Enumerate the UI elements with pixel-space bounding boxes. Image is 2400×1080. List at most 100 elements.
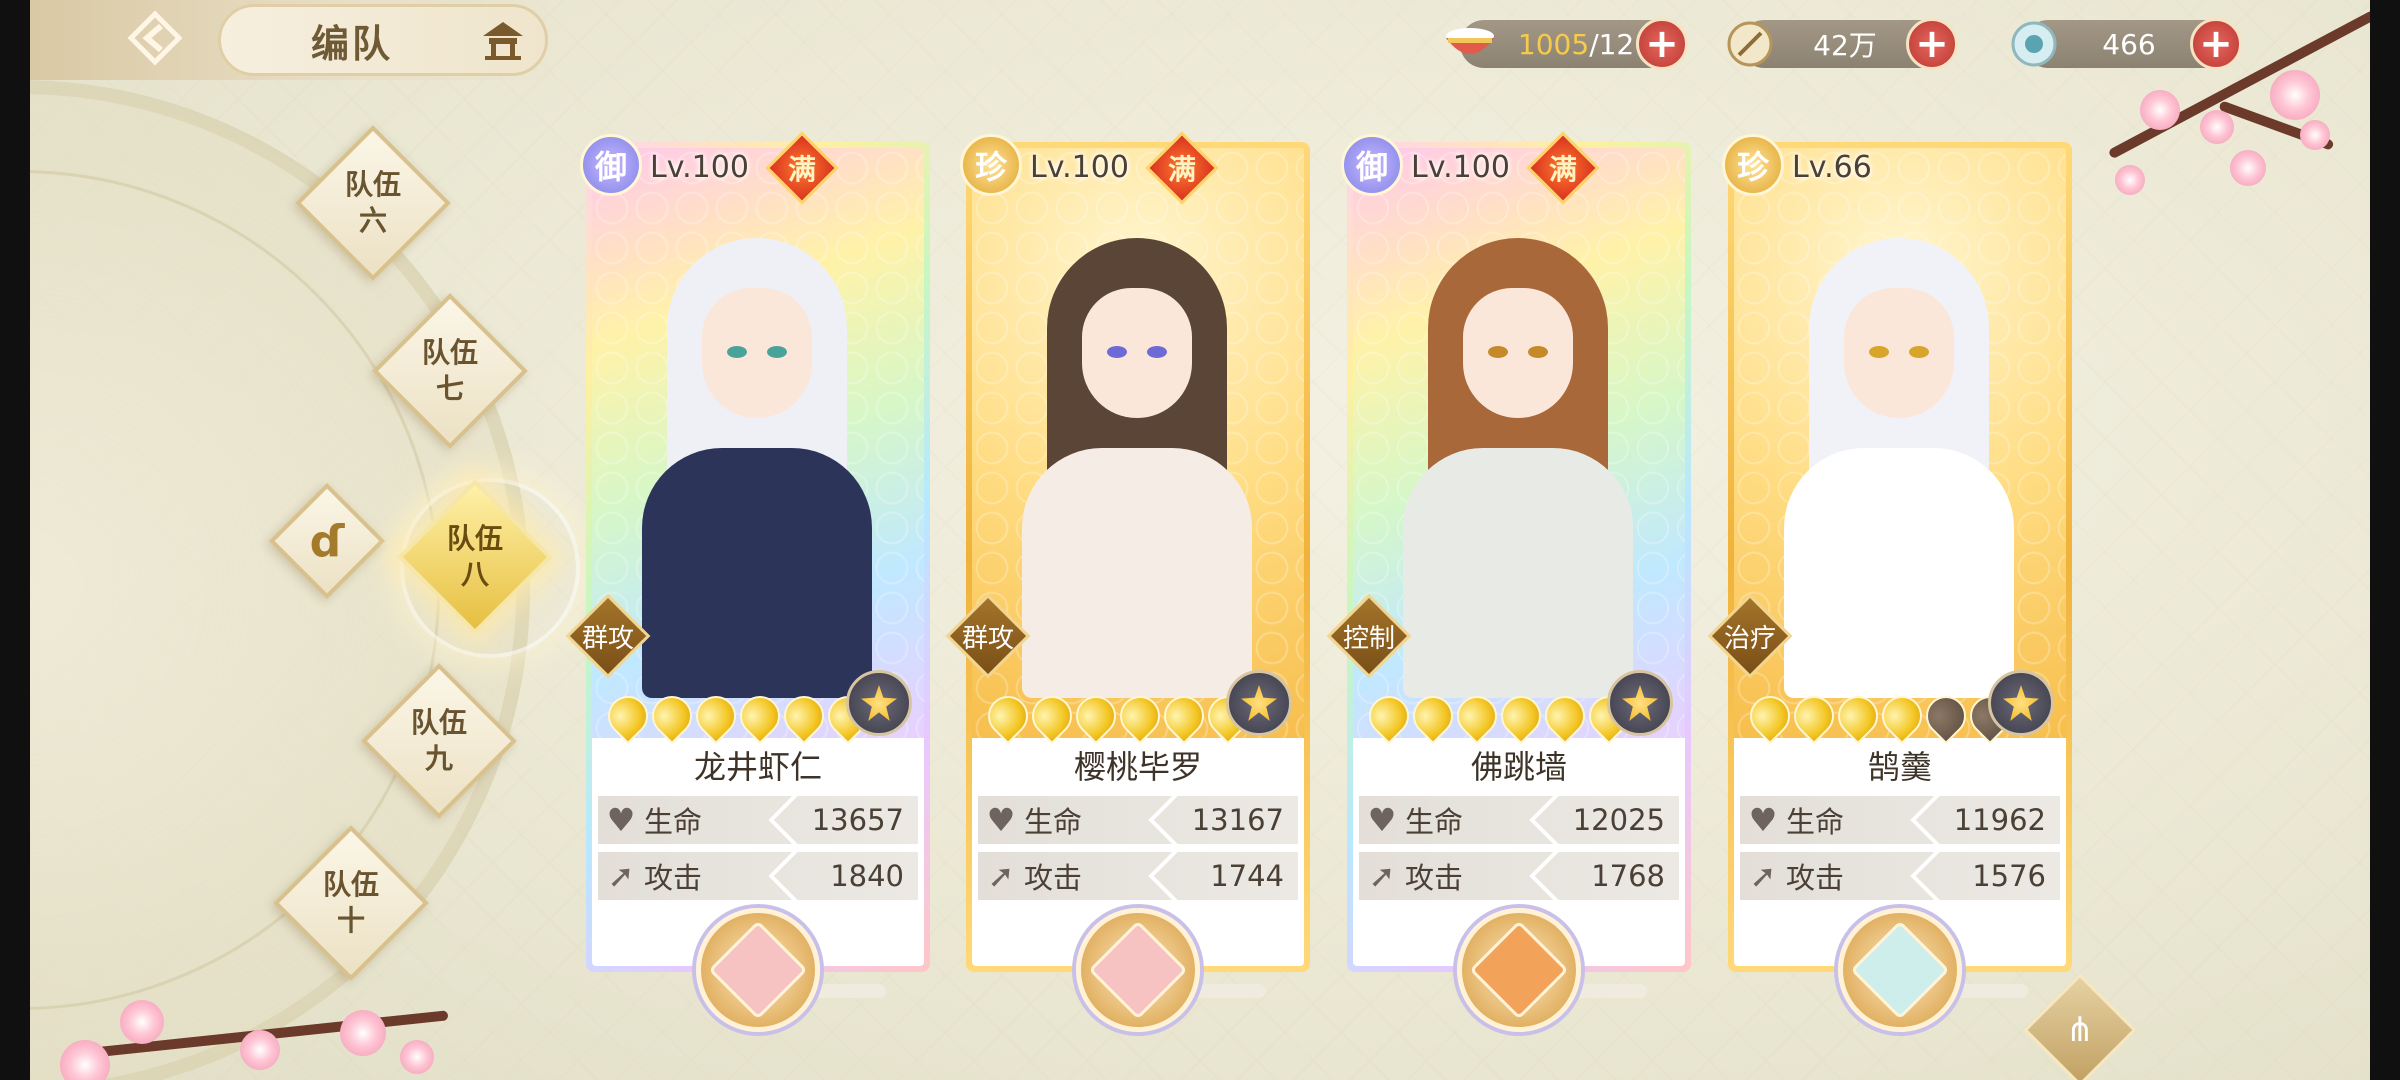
element-flower-icon — [1607, 670, 1673, 736]
heart-icon: ♥ — [606, 801, 636, 839]
team-label-line2: 十 — [336, 904, 365, 937]
star-row — [979, 687, 1257, 745]
star-flame-icon — [1829, 687, 1887, 745]
hp-stat: ♥ 生命 12025 — [1359, 796, 1679, 844]
team-label-line1: 队伍 — [344, 168, 401, 201]
partner-avatar — [1469, 920, 1569, 1020]
character-portrait — [592, 148, 924, 738]
attack-value: 1840 — [830, 859, 904, 893]
gem-icon — [2006, 16, 2062, 72]
star-flame-icon — [1785, 687, 1843, 745]
star-flame-icon — [643, 687, 701, 745]
sword-icon: ➚ — [1368, 857, 1396, 895]
star-row — [1741, 687, 2019, 745]
hp-label: 生命 — [644, 805, 703, 839]
hp-label: 生命 — [1786, 805, 1845, 839]
role-label: 群攻 — [581, 623, 634, 654]
character-card[interactable]: 龙井虾仁 ♥ 生命 13657 ➚ 攻击 1840 御 Lv.100 满 群攻 — [565, 131, 930, 972]
star-flame-icon — [1155, 687, 1213, 745]
team-label-line2: 九 — [424, 742, 453, 775]
element-flower-icon — [1988, 670, 2054, 736]
character-level: Lv.66 — [1792, 150, 1872, 185]
home-button[interactable] — [478, 18, 528, 62]
character-name: 鹄羹 — [1867, 748, 1932, 786]
gem-resource: 466 + — [2011, 18, 2242, 70]
team-label-line2: 六 — [358, 204, 387, 237]
character-name: 龙井虾仁 — [693, 748, 822, 786]
stamina-resource: 1005/120 + — [1446, 18, 1688, 70]
character-name: 樱桃毕罗 — [1073, 748, 1202, 786]
gem-add-button[interactable]: + — [2190, 18, 2242, 70]
character-card[interactable]: 佛跳墙 ♥ 生命 12025 ➚ 攻击 1768 御 Lv.100 满 控制 — [1326, 131, 1691, 972]
attack-stat: ➚ 攻击 1576 — [1740, 852, 2060, 900]
character-illustration — [1012, 218, 1262, 698]
star-flame-icon — [1067, 687, 1125, 745]
attack-stat: ➚ 攻击 1768 — [1359, 852, 1679, 900]
heart-icon: ♥ — [986, 801, 1016, 839]
attack-value: 1768 — [1591, 859, 1665, 893]
pavilion-icon — [483, 22, 523, 60]
special-team-label: ɗ — [309, 515, 345, 567]
element-flower-icon — [846, 670, 912, 736]
star-flame-icon — [731, 687, 789, 745]
partner-slot[interactable] — [1457, 908, 1581, 1032]
star-flame-icon — [1111, 687, 1169, 745]
star-flame-icon — [979, 687, 1037, 745]
role-label: 控制 — [1342, 623, 1395, 654]
card-body: 鹄羹 ♥ 生命 11962 ➚ 攻击 1576 — [1734, 148, 2066, 966]
max-badge-label: 满 — [1548, 153, 1577, 186]
partner-slot[interactable] — [1076, 908, 1200, 1032]
star-row — [599, 687, 877, 745]
rarity-badge: 御 — [1341, 134, 1403, 196]
hp-value: 12025 — [1572, 803, 1665, 837]
team-label-line1: 队伍 — [421, 336, 478, 369]
rarity-badge: 御 — [580, 134, 642, 196]
attack-label: 攻击 — [1024, 861, 1083, 895]
element-flower-icon — [1226, 670, 1292, 736]
coin-value: 42万 — [1813, 29, 1877, 62]
attack-value: 1576 — [1972, 859, 2046, 893]
star-flame-icon — [1404, 687, 1462, 745]
partner-avatar — [1088, 920, 1188, 1020]
stamina-current: 1005 — [1517, 27, 1590, 61]
attack-label: 攻击 — [1786, 861, 1845, 895]
team-label-line1: 队伍 — [410, 706, 467, 739]
team-label-line2: 七 — [435, 372, 464, 405]
character-portrait — [972, 148, 1304, 738]
attack-label: 攻击 — [644, 861, 703, 895]
hp-stat: ♥ 生命 11962 — [1740, 796, 2060, 844]
character-level: Lv.100 — [650, 150, 749, 185]
stamina-add-button[interactable]: + — [1636, 18, 1688, 70]
page-title: 编队 — [311, 21, 394, 66]
star-flame-icon — [1023, 687, 1081, 745]
coin-resource: 42万 + — [1727, 18, 1958, 70]
character-level: Lv.100 — [1411, 150, 1510, 185]
hp-label: 生命 — [1405, 805, 1464, 839]
star-flame-icon — [1536, 687, 1594, 745]
character-illustration — [1393, 218, 1643, 698]
star-flame-icon — [1492, 687, 1550, 745]
card-body: 龙井虾仁 ♥ 生命 13657 ➚ 攻击 1840 — [592, 148, 924, 966]
star-flame-icon — [775, 687, 833, 745]
attack-label: 攻击 — [1405, 861, 1464, 895]
hp-stat: ♥ 生命 13657 — [598, 796, 918, 844]
gem-value: 466 — [2102, 27, 2156, 61]
character-portrait — [1353, 148, 1685, 738]
back-button[interactable] — [120, 8, 190, 68]
rarity-badge: 珍 — [1722, 134, 1784, 196]
coin-add-button[interactable]: + — [1906, 18, 1958, 70]
partner-slot[interactable] — [1838, 908, 1962, 1032]
attack-value: 1744 — [1210, 859, 1284, 893]
character-card[interactable]: 樱桃毕罗 ♥ 生命 13167 ➚ 攻击 1744 珍 Lv.100 满 群攻 — [945, 131, 1310, 972]
partner-slot[interactable] — [696, 908, 820, 1032]
partner-avatar — [708, 920, 808, 1020]
attack-stat: ➚ 攻击 1744 — [978, 852, 1298, 900]
card-body: 樱桃毕罗 ♥ 生命 13167 ➚ 攻击 1744 — [972, 148, 1304, 966]
star-flame-icon — [599, 687, 657, 745]
attack-stat: ➚ 攻击 1840 — [598, 852, 918, 900]
team-label-line1: 队伍 — [446, 522, 503, 555]
heart-icon: ♥ — [1748, 801, 1778, 839]
hp-value: 13167 — [1191, 803, 1284, 837]
character-card[interactable]: 鹄羹 ♥ 生命 11962 ➚ 攻击 1576 珍 Lv.66 治疗 — [1707, 134, 2072, 972]
sword-icon: ➚ — [607, 857, 635, 895]
